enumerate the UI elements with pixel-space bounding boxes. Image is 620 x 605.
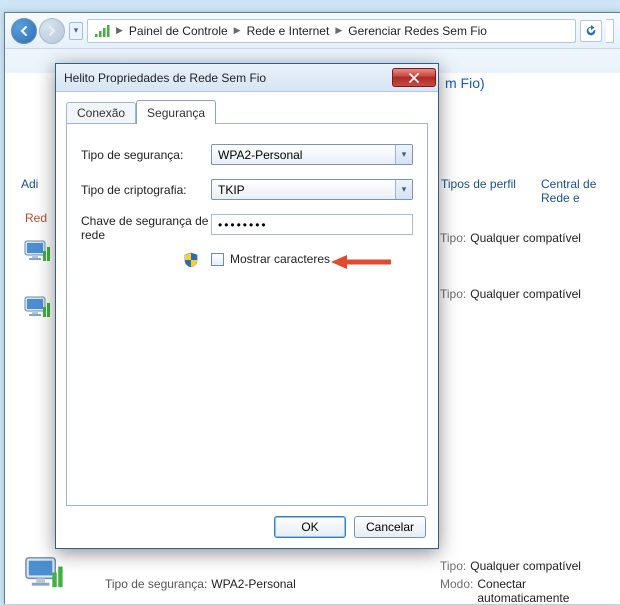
net-prop-label: Tipo:: [440, 287, 466, 301]
close-icon: [408, 73, 420, 83]
net-prop-row: Modo: Conectar automaticamente: [440, 577, 614, 605]
cmd-profile-types[interactable]: Tipos de perfil: [441, 177, 516, 191]
tabstrip: Conexão Segurança: [66, 102, 216, 124]
network-key-label: Chave de segurança de rede: [81, 214, 211, 242]
forward-button[interactable]: [39, 18, 65, 44]
chevron-right-icon: ▶: [234, 25, 241, 36]
control-panel-window: ▾ ▶ Painel de Controle ▶ Rede e Internet…: [4, 12, 620, 604]
show-characters-checkbox[interactable]: [211, 253, 224, 266]
net-prop-value: Qualquer compatível: [470, 559, 581, 573]
encryption-type-select[interactable]: TKIP ▾: [211, 179, 413, 200]
net-prop-label: Modo:: [440, 577, 473, 605]
ok-button[interactable]: OK: [274, 516, 346, 538]
nav-history-dropdown[interactable]: ▾: [69, 22, 83, 40]
page-subtitle-fragment: m Fio): [445, 75, 485, 91]
network-key-input[interactable]: [211, 214, 413, 235]
cancel-button-label: Cancelar: [366, 520, 414, 534]
tab-panel-security: Tipo de segurança: WPA2-Personal ▾ Tipo …: [66, 123, 428, 506]
show-characters-label[interactable]: Mostrar caracteres: [230, 252, 330, 266]
net-prop-row: Tipo: Qualquer compatível: [440, 559, 614, 573]
refresh-button[interactable]: [580, 20, 602, 42]
close-button[interactable]: [392, 68, 436, 87]
dialog-title: Helito Propriedades de Rede Sem Fio: [64, 71, 392, 85]
wifi-properties-dialog: Helito Propriedades de Rede Sem Fio Cone…: [55, 63, 439, 549]
details-pane-row: Tipo de segurança: WPA2-Personal: [105, 577, 296, 591]
chevron-down-icon: ▾: [395, 145, 412, 164]
cmd-add[interactable]: Adi: [21, 177, 38, 191]
net-prop-value: Qualquer compatível: [470, 231, 581, 245]
tab-connection[interactable]: Conexão: [66, 102, 136, 124]
net-prop-value: Qualquer compatível: [470, 287, 581, 301]
network-item-icon[interactable]: [23, 293, 53, 319]
dialog-button-row: OK Cancelar: [274, 516, 426, 538]
back-button[interactable]: [11, 18, 37, 44]
net-prop-label: Tipo:: [440, 559, 466, 573]
security-type-label: Tipo de segurança:: [81, 148, 211, 162]
details-label: Tipo de segurança:: [105, 577, 207, 591]
network-item-icon[interactable]: [23, 237, 53, 263]
breadcrumb-item-network[interactable]: Rede e Internet: [241, 24, 336, 38]
breadcrumb: ▶ Painel de Controle ▶ Rede e Internet ▶…: [87, 19, 576, 43]
network-item-icon[interactable]: [23, 551, 67, 591]
uac-shield-icon: [183, 252, 199, 268]
details-value: WPA2-Personal: [211, 577, 295, 591]
net-prop-label: Tipo:: [440, 231, 466, 245]
tab-security[interactable]: Segurança: [136, 100, 216, 124]
net-prop-row: Tipo: Qualquer compatível: [440, 287, 614, 301]
breadcrumb-item-control-panel[interactable]: Painel de Controle: [123, 24, 234, 38]
ok-button-label: OK: [301, 520, 318, 534]
cancel-button[interactable]: Cancelar: [354, 516, 426, 538]
search-field-edge[interactable]: [606, 19, 614, 43]
net-prop-value: Conectar automaticamente: [477, 577, 614, 605]
chevron-right-icon: ▶: [116, 25, 123, 36]
list-group-label: Red: [25, 211, 47, 225]
dialog-titlebar[interactable]: Helito Propriedades de Rede Sem Fio: [56, 64, 438, 92]
wifi-signal-icon: [94, 23, 110, 39]
callout-arrow-icon: [331, 254, 391, 273]
security-type-select[interactable]: WPA2-Personal ▾: [211, 144, 413, 165]
breadcrumb-item-manage-wifi[interactable]: Gerenciar Redes Sem Fio: [342, 24, 493, 38]
encryption-type-value: TKIP: [218, 183, 245, 197]
chevron-down-icon: ▾: [395, 180, 412, 199]
cmd-network-center[interactable]: Central de Rede e: [541, 177, 620, 205]
chevron-right-icon: ▶: [335, 25, 342, 36]
nav-toolbar: ▾ ▶ Painel de Controle ▶ Rede e Internet…: [5, 13, 620, 49]
encryption-type-label: Tipo de criptografia:: [81, 183, 211, 197]
security-type-value: WPA2-Personal: [218, 148, 302, 162]
net-prop-row: Tipo: Qualquer compatível: [440, 231, 614, 245]
